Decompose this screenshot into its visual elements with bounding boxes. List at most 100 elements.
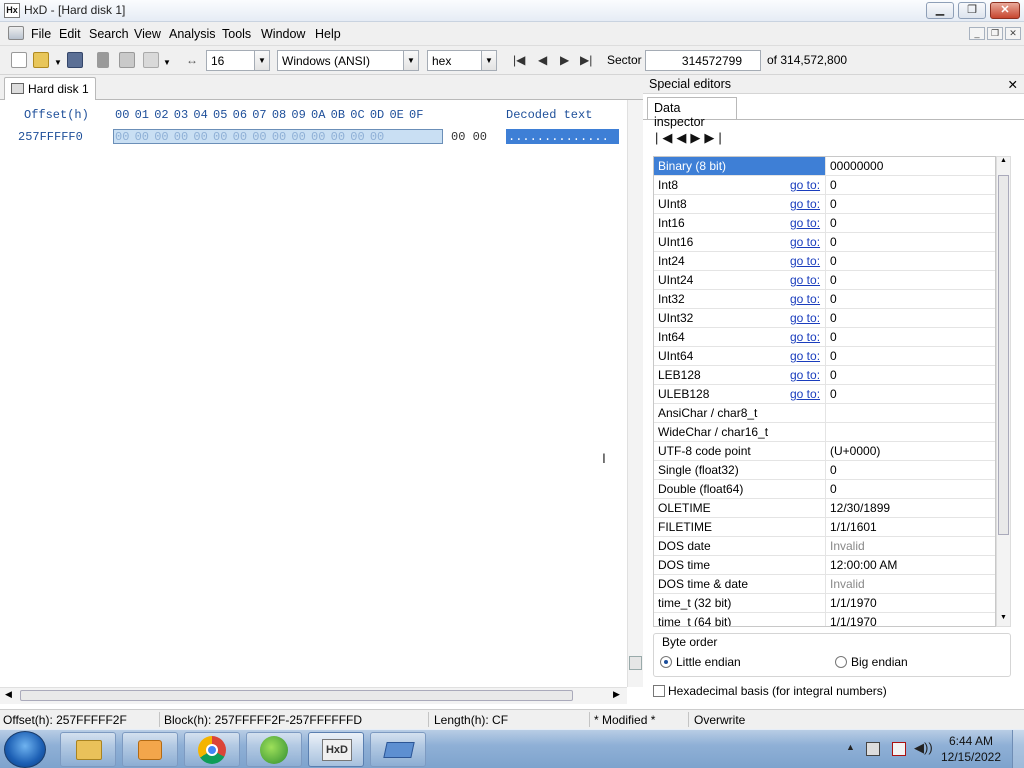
- inspector-value[interactable]: 0: [825, 176, 995, 195]
- mdi-restore-button[interactable]: ❐: [987, 27, 1003, 40]
- scroll-up-icon[interactable]: ▲: [1000, 157, 1007, 164]
- inspector-value[interactable]: 0: [825, 195, 995, 214]
- inspector-value[interactable]: 0: [825, 309, 995, 328]
- inspector-value[interactable]: 0: [825, 347, 995, 366]
- menu-analysis[interactable]: Analysis: [169, 27, 216, 41]
- menu-search[interactable]: Search: [89, 27, 129, 41]
- menu-tools[interactable]: Tools: [222, 27, 251, 41]
- hex-horizontal-scrollbar[interactable]: ◀ ▶: [0, 687, 627, 704]
- goto-link[interactable]: go to:: [790, 273, 820, 287]
- menu-window[interactable]: Window: [261, 27, 305, 41]
- inspector-row[interactable]: OLETIME 12/30/1899: [654, 499, 995, 518]
- goto-link[interactable]: go to:: [790, 235, 820, 249]
- goto-link[interactable]: go to:: [790, 330, 820, 344]
- network-icon[interactable]: [866, 742, 880, 756]
- hex-editor-area[interactable]: [0, 100, 627, 687]
- inspector-value[interactable]: [825, 423, 995, 442]
- inspector-row[interactable]: time_t (64 bit) 1/1/1970: [654, 613, 995, 626]
- close-panel-icon[interactable]: ✕: [1008, 77, 1018, 92]
- chevron-down-icon[interactable]: ▼: [403, 51, 418, 70]
- inspector-value[interactable]: 00000000: [825, 157, 995, 176]
- goto-link[interactable]: go to:: [790, 387, 820, 401]
- inspector-value[interactable]: 0: [825, 252, 995, 271]
- save-icon[interactable]: [67, 52, 83, 68]
- inspector-row[interactable]: time_t (32 bit) 1/1/1970: [654, 594, 995, 613]
- scroll-right-icon[interactable]: ▶: [613, 689, 620, 700]
- inspector-value[interactable]: (U+0000): [825, 442, 995, 461]
- inspector-row[interactable]: Int64 go to: 0: [654, 328, 995, 347]
- scrollbar-thumb[interactable]: [20, 690, 573, 701]
- inspector-value[interactable]: 1/1/1970: [825, 613, 995, 626]
- open-folder-icon[interactable]: [33, 52, 49, 68]
- inspector-value[interactable]: Invalid: [825, 537, 995, 556]
- row-bytes-rest[interactable]: 00 00: [451, 130, 487, 144]
- inspector-value[interactable]: 0: [825, 214, 995, 233]
- minimize-button[interactable]: ▁: [926, 2, 954, 19]
- download-manager-taskbar-icon[interactable]: [246, 732, 302, 767]
- inspector-row[interactable]: LEB128 go to: 0: [654, 366, 995, 385]
- offset-base-select[interactable]: hex ▼: [427, 50, 497, 71]
- inspector-row[interactable]: UInt24 go to: 0: [654, 271, 995, 290]
- goto-link[interactable]: go to:: [790, 349, 820, 363]
- sector-spinner[interactable]: 314572799: [645, 50, 761, 71]
- goto-link[interactable]: go to:: [790, 197, 820, 211]
- hex-basis-checkbox[interactable]: [653, 685, 665, 697]
- tab-hard-disk-1[interactable]: Hard disk 1: [4, 77, 96, 100]
- inspector-value[interactable]: 0: [825, 366, 995, 385]
- document-system-icon[interactable]: [8, 26, 24, 40]
- row-bytes-selected[interactable]: 00 00 00 00 00 00 00 00 00 00 00 00 00 0…: [115, 130, 384, 144]
- inspector-value[interactable]: 1/1/1601: [825, 518, 995, 537]
- inspector-vertical-scrollbar[interactable]: ▲ ▼: [996, 156, 1011, 627]
- inspector-value[interactable]: 0: [825, 461, 995, 480]
- hex-basis-label[interactable]: Hexadecimal basis (for integral numbers): [668, 684, 887, 698]
- row-decoded-text[interactable]: ..............: [508, 130, 609, 144]
- inspector-row[interactable]: Single (float32) 0: [654, 461, 995, 480]
- mdi-close-button[interactable]: ✕: [1005, 27, 1021, 40]
- goto-link[interactable]: go to:: [790, 292, 820, 306]
- sector-value[interactable]: 314572799: [682, 54, 742, 68]
- goto-link[interactable]: go to:: [790, 311, 820, 325]
- inspector-value[interactable]: Invalid: [825, 575, 995, 594]
- chevron-down-icon[interactable]: ▼: [481, 51, 496, 70]
- next-icon[interactable]: ▶: [690, 130, 704, 145]
- first-sector-icon[interactable]: |◀: [513, 53, 525, 67]
- media-player-taskbar-icon[interactable]: [122, 732, 178, 767]
- inspector-row[interactable]: Double (float64) 0: [654, 480, 995, 499]
- inspector-row[interactable]: DOS time 12:00:00 AM: [654, 556, 995, 575]
- chrome-taskbar-icon[interactable]: [184, 732, 240, 767]
- menu-file[interactable]: File: [31, 27, 51, 41]
- new-file-icon[interactable]: [11, 52, 27, 68]
- inspector-value[interactable]: 0: [825, 480, 995, 499]
- file-explorer-taskbar-icon[interactable]: [60, 732, 116, 767]
- scrollbar-thumb[interactable]: [629, 656, 642, 670]
- inspector-row[interactable]: UInt16 go to: 0: [654, 233, 995, 252]
- copy-icon[interactable]: [119, 52, 135, 68]
- scroll-left-icon[interactable]: ◀: [5, 689, 12, 700]
- first-icon[interactable]: |◀: [655, 130, 676, 145]
- maximize-button[interactable]: ❐: [958, 2, 986, 19]
- inspector-value[interactable]: [825, 404, 995, 423]
- inspector-row[interactable]: UInt32 go to: 0: [654, 309, 995, 328]
- inspector-row[interactable]: Int24 go to: 0: [654, 252, 995, 271]
- chevron-down-icon[interactable]: ▼: [254, 51, 269, 70]
- mdi-minimize-button[interactable]: _: [969, 27, 985, 40]
- little-endian-label[interactable]: Little endian: [676, 655, 741, 669]
- cut-icon[interactable]: [97, 52, 109, 68]
- inspector-value[interactable]: 0: [825, 271, 995, 290]
- charset-select[interactable]: Windows (ANSI) ▼: [277, 50, 419, 71]
- inspector-value[interactable]: 0: [825, 233, 995, 252]
- inspector-value[interactable]: 1/1/1970: [825, 594, 995, 613]
- goto-link[interactable]: go to:: [790, 368, 820, 382]
- title-bar[interactable]: Hx HxD - [Hard disk 1] ▁ ❐ ✕: [0, 0, 1024, 22]
- volume-icon[interactable]: ◀)): [914, 740, 933, 756]
- big-endian-label[interactable]: Big endian: [851, 655, 908, 669]
- menu-help[interactable]: Help: [315, 27, 341, 41]
- goto-link[interactable]: go to:: [790, 178, 820, 192]
- inspector-row[interactable]: WideChar / char16_t: [654, 423, 995, 442]
- inspector-row[interactable]: Int32 go to: 0: [654, 290, 995, 309]
- inspector-row[interactable]: DOS date Invalid: [654, 537, 995, 556]
- data-inspector-table[interactable]: Binary (8 bit) 00000000 Int8 go to: 0 UInt8 go…: [653, 156, 996, 627]
- previous-sector-icon[interactable]: ◀: [538, 53, 547, 67]
- paste-dropdown-icon[interactable]: ▼: [163, 58, 171, 67]
- next-sector-icon[interactable]: ▶: [560, 53, 569, 67]
